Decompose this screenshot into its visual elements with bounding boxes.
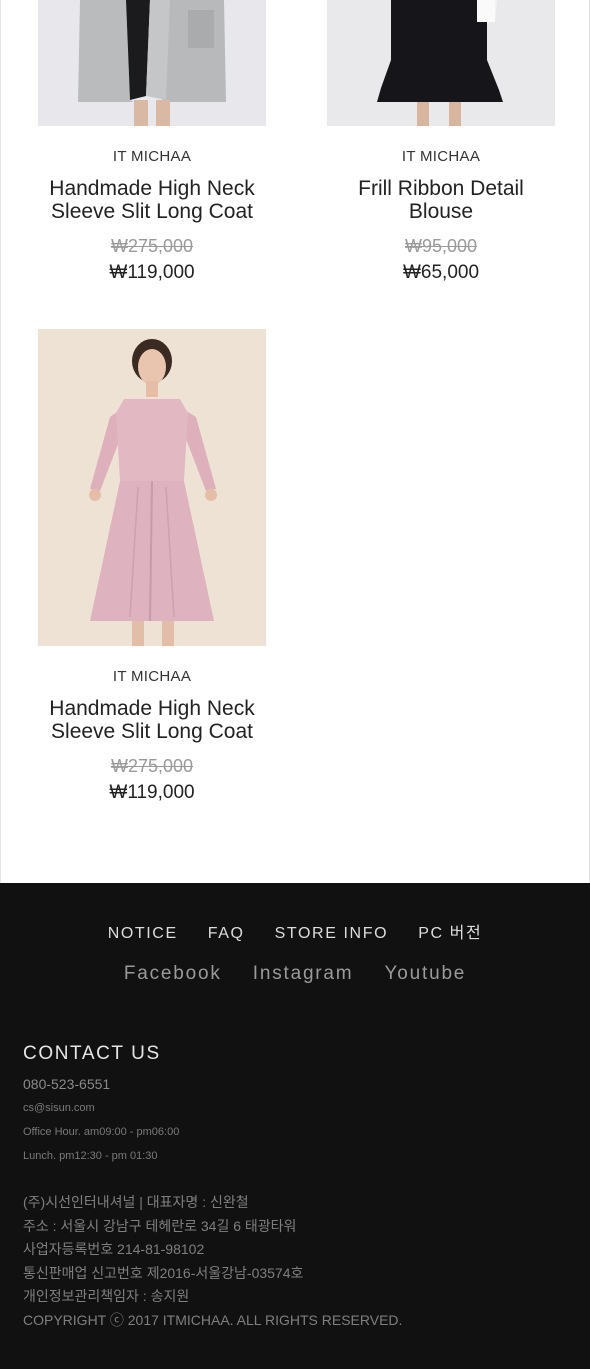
sale-price: ₩65,000 — [402, 262, 480, 283]
original-price: ₩95,000 — [404, 236, 478, 256]
blouse-photo-icon — [327, 0, 555, 126]
product-image[interactable] — [327, 0, 555, 126]
product-name-line2[interactable]: Sleeve Slit Long Coat — [38, 720, 266, 743]
product-image[interactable] — [38, 0, 266, 126]
product-brand: IT MICHAA — [401, 148, 481, 165]
product-grid: IT MICHAA Handmade High Neck Sleeve Slit… — [0, 0, 590, 883]
page: IT MICHAA Handmade High Neck Sleeve Slit… — [0, 0, 590, 1369]
sale-price: ₩119,000 — [109, 262, 195, 283]
product-card[interactable]: IT MICHAA Frill Ribbon Detail Blouse ₩95… — [327, 0, 555, 300]
contact-phone[interactable]: 080-523-6551 — [23, 1076, 110, 1092]
product-name-line1[interactable]: Handmade High Neck — [38, 697, 266, 720]
mail-order-number: 통신판매업 신고번호 제2016-서울강남-03574호 — [23, 1265, 304, 1281]
contact-email[interactable]: cs@sisun.com — [23, 1102, 95, 1114]
product-card[interactable]: IT MICHAA Handmade High Neck Sleeve Slit… — [38, 0, 266, 300]
facebook-link[interactable]: Facebook — [124, 963, 222, 984]
original-price: ₩275,000 — [110, 236, 194, 256]
product-brand: IT MICHAA — [112, 668, 192, 685]
company-info: (주)시선인터내셔널 | 대표자명 : 신완철 — [23, 1194, 249, 1210]
contact-title: CONTACT US — [23, 1043, 161, 1064]
company-address: 주소 : 서울시 강남구 테헤란로 34길 6 태광타워 — [23, 1218, 297, 1234]
social-links: Facebook Instagram Youtube — [0, 963, 590, 985]
product-image[interactable] — [38, 329, 266, 646]
lunch-hour: Lunch. pm12:30 - pm 01:30 — [23, 1150, 158, 1162]
sale-price: ₩119,000 — [109, 782, 195, 803]
original-price: ₩275,000 — [110, 756, 194, 776]
copyright: COPYRIGHT ⓒ 2017 ITMICHAA. ALL RIGHTS RE… — [23, 1312, 403, 1328]
office-hour: Office Hour. am09:00 - pm06:00 — [23, 1126, 180, 1138]
footer-link-pc-version[interactable]: PC 버전 — [418, 925, 482, 942]
privacy-officer: 개인정보관리책임자 : 송지원 — [23, 1288, 190, 1304]
dress-photo-icon — [38, 329, 266, 646]
product-name-line2[interactable]: Blouse — [327, 200, 555, 223]
footer-link-notice[interactable]: NOTICE — [108, 925, 178, 942]
product-name-line1[interactable]: Frill Ribbon Detail — [327, 177, 555, 200]
product-name-line2[interactable]: Sleeve Slit Long Coat — [38, 200, 266, 223]
footer-link-store-info[interactable]: STORE INFO — [275, 925, 389, 942]
coat-photo-icon — [38, 0, 266, 126]
youtube-link[interactable]: Youtube — [385, 963, 467, 984]
instagram-link[interactable]: Instagram — [253, 963, 354, 984]
product-name-line1[interactable]: Handmade High Neck — [38, 177, 266, 200]
footer-link-faq[interactable]: FAQ — [208, 925, 245, 942]
product-card[interactable]: IT MICHAA Handmade High Neck Sleeve Slit… — [38, 329, 266, 809]
product-brand: IT MICHAA — [112, 148, 192, 165]
site-footer: NOTICE FAQ STORE INFO PC 버전 Facebook Ins… — [0, 883, 590, 1369]
business-number: 사업자등록번호 214-81-98102 — [23, 1241, 205, 1257]
footer-nav: NOTICE FAQ STORE INFO PC 버전 — [0, 919, 590, 943]
